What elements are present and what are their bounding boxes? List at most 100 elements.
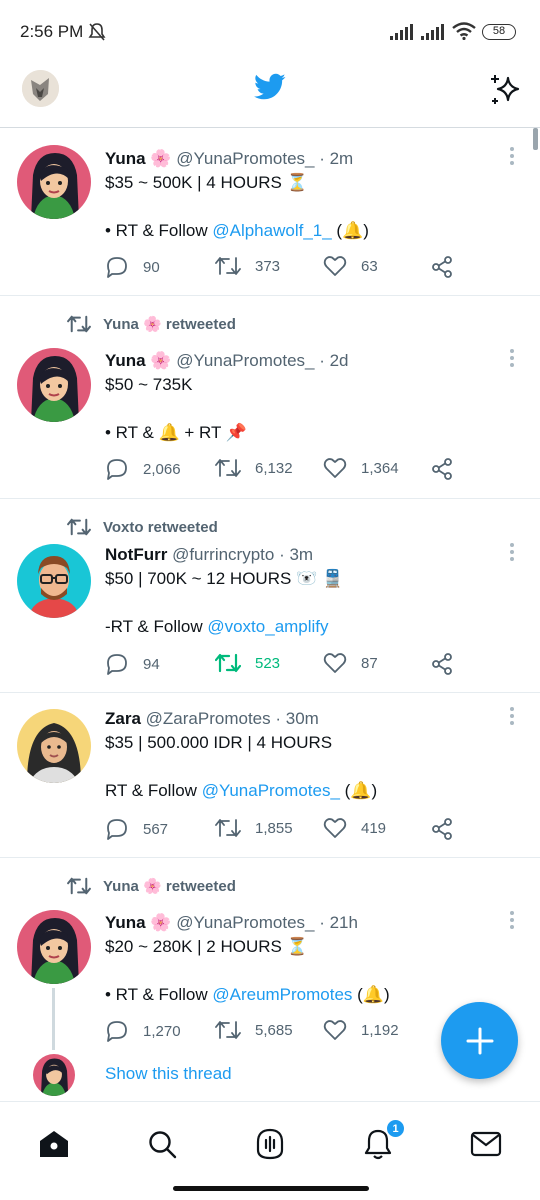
heart-icon: [323, 1020, 347, 1040]
reply-button[interactable]: 2,066: [105, 457, 181, 481]
reply-count: 90: [143, 258, 160, 276]
wifi-icon: [452, 22, 476, 40]
reply-button[interactable]: 567: [105, 817, 168, 841]
author-handle: @YunaPromotes_: [176, 913, 315, 932]
like-button[interactable]: 1,192: [323, 1019, 399, 1041]
tweet-time: · 30m: [275, 709, 319, 728]
retweet-button[interactable]: 6,132: [215, 457, 293, 479]
tweet[interactable]: Voxto retweeted NotFurr @furrincrypto · …: [0, 499, 540, 693]
share-icon[interactable]: [430, 255, 454, 279]
author-handle: @ZaraPromotes: [145, 709, 271, 728]
avatar[interactable]: [17, 348, 91, 422]
author-handle: @YunaPromotes_: [176, 351, 315, 370]
like-button[interactable]: 87: [323, 652, 378, 674]
like-count: 63: [361, 257, 378, 275]
author-name[interactable]: Zara: [105, 709, 141, 728]
search-icon: [149, 1131, 177, 1159]
retweeted-by-label[interactable]: Voxto retweeted: [103, 519, 218, 536]
retweet-button[interactable]: 1,855: [215, 817, 293, 839]
reply-icon: [107, 654, 127, 675]
avatar[interactable]: [17, 910, 91, 984]
heart-icon: [323, 256, 347, 276]
retweet-icon: [215, 459, 241, 477]
status-bar: 2:56 PM 58: [0, 0, 540, 62]
tweet-header: Zara @ZaraPromotes · 30m: [105, 707, 500, 731]
tweet[interactable]: Yuna 🌸 retweeted Yuna 🌸 @YunaPromotes_ ·…: [0, 296, 540, 499]
retweet-button[interactable]: 5,685: [215, 1019, 293, 1041]
author-name[interactable]: Yuna 🌸: [105, 351, 172, 370]
tweet[interactable]: Yuna 🌸 @YunaPromotes_ · 2m $35 ~ 500K | …: [0, 129, 540, 296]
tweet-actions: 1,270 5,685 1,192: [105, 1019, 465, 1045]
tweet-header: Yuna 🌸 @YunaPromotes_ · 2d: [105, 349, 500, 373]
retweet-indicator: Yuna 🌸 retweeted: [67, 876, 236, 896]
tweet-actions: 94 523 87: [105, 652, 465, 678]
more-options-icon[interactable]: [510, 543, 516, 564]
reply-button[interactable]: 94: [105, 652, 160, 676]
mention-link[interactable]: @AreumPromotes: [212, 985, 352, 1004]
more-options-icon[interactable]: [510, 147, 516, 168]
retweet-small-icon: [67, 518, 91, 536]
show-thread-link[interactable]: Show this thread: [105, 1064, 232, 1084]
reply-count: 567: [143, 820, 169, 838]
retweeted-by-label[interactable]: Yuna 🌸 retweeted: [103, 315, 236, 333]
tweet-body: Yuna 🌸 @YunaPromotes_ · 2m $35 ~ 500K | …: [105, 147, 500, 243]
nav-spaces[interactable]: [250, 1124, 290, 1164]
tweet-body: Zara @ZaraPromotes · 30m $35 | 500.000 I…: [105, 707, 500, 803]
like-button[interactable]: 1,364: [323, 457, 399, 479]
author-name[interactable]: Yuna 🌸: [105, 149, 172, 168]
share-icon[interactable]: [430, 817, 454, 841]
avatar[interactable]: [17, 145, 91, 219]
retweet-button-active[interactable]: 523: [215, 652, 280, 674]
reply-button[interactable]: 90: [105, 255, 160, 279]
share-icon[interactable]: [430, 457, 454, 481]
tweet-text-line1: $50 | 700K ~ 12 HOURS 🐻‍❄️ 🚆: [105, 569, 344, 588]
more-options-icon[interactable]: [510, 349, 516, 370]
like-count: 419: [361, 819, 387, 837]
reply-button[interactable]: 1,270: [105, 1019, 181, 1043]
like-button[interactable]: 419: [323, 817, 386, 839]
share-icon[interactable]: [430, 652, 454, 676]
avatar[interactable]: [17, 544, 91, 618]
author-handle: @YunaPromotes_: [176, 149, 315, 168]
plus-icon: [466, 1027, 493, 1054]
mention-link[interactable]: @voxto_amplify: [207, 617, 328, 636]
reply-count: 94: [143, 655, 160, 673]
battery-indicator: 58: [482, 24, 516, 40]
avatar[interactable]: [17, 709, 91, 783]
reply-icon: [107, 459, 127, 480]
author-name[interactable]: Yuna 🌸: [105, 913, 172, 932]
timeline-feed[interactable]: Yuna 🌸 @YunaPromotes_ · 2m $35 ~ 500K | …: [0, 129, 540, 1101]
heart-icon: [323, 653, 347, 673]
tweet-text-line2: -RT & Follow @voxto_amplify: [105, 615, 500, 639]
twitter-logo-icon[interactable]: [254, 73, 286, 101]
tweet-time: · 2m: [319, 149, 354, 168]
like-button[interactable]: 63: [323, 255, 378, 277]
nav-search[interactable]: [142, 1124, 182, 1164]
app-header: [0, 62, 540, 128]
mention-link[interactable]: @Alphawolf_1_: [212, 221, 331, 240]
mention-link[interactable]: @YunaPromotes_: [202, 781, 340, 800]
more-options-icon[interactable]: [510, 911, 516, 932]
thread-avatar[interactable]: [33, 1054, 75, 1096]
profile-avatar[interactable]: [22, 70, 59, 107]
tweet[interactable]: Zara @ZaraPromotes · 30m $35 | 500.000 I…: [0, 693, 540, 858]
retweet-button[interactable]: 373: [215, 255, 280, 277]
tweet-actions: 2,066 6,132 1,364: [105, 457, 465, 483]
retweet-icon: [215, 1021, 241, 1039]
compose-tweet-button[interactable]: [441, 1002, 518, 1079]
retweet-count: 1,855: [255, 819, 293, 837]
retweet-count: 5,685: [255, 1021, 293, 1039]
home-icon: [40, 1131, 68, 1157]
tweet-text-line1: $35 ~ 500K | 4 HOURS ⏳: [105, 173, 308, 192]
sparkle-icon[interactable]: [490, 72, 522, 106]
text-suffix: (🔔): [339, 781, 378, 800]
home-indicator[interactable]: [173, 1186, 369, 1191]
nav-home[interactable]: [34, 1124, 74, 1164]
retweet-small-icon: [67, 315, 91, 333]
status-time: 2:56 PM: [20, 22, 84, 41]
tweet-text-line1: $20 ~ 280K | 2 HOURS ⏳: [105, 937, 308, 956]
retweeted-by-label[interactable]: Yuna 🌸 retweeted: [103, 877, 236, 895]
more-options-icon[interactable]: [510, 707, 516, 728]
author-name[interactable]: NotFurr: [105, 545, 167, 564]
nav-messages[interactable]: [466, 1124, 506, 1164]
